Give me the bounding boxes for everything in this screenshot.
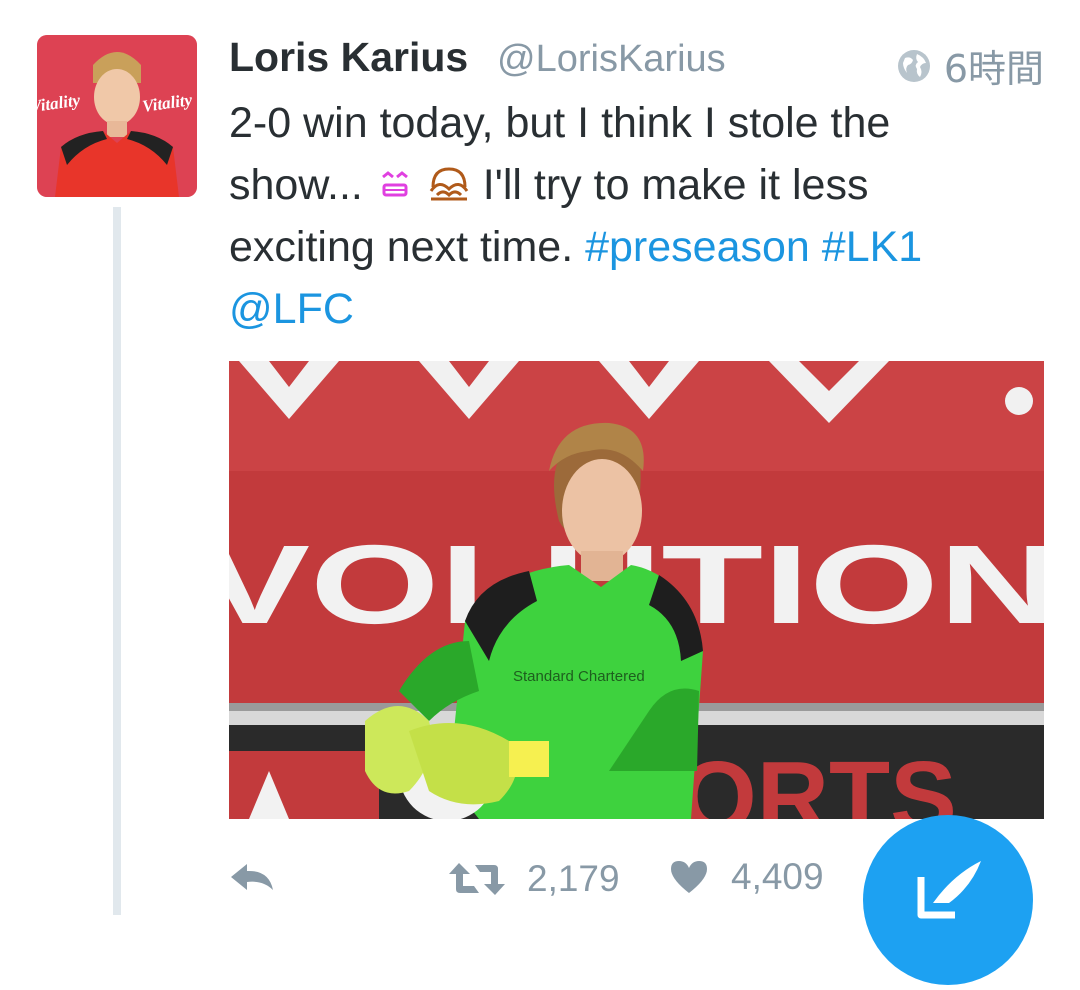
author-avatar[interactable]: Vitality Vitality xyxy=(37,35,197,197)
reply-button[interactable] xyxy=(229,862,275,897)
author-name[interactable]: Loris Karius xyxy=(229,34,468,81)
retweet-count: 2,179 xyxy=(527,858,620,899)
like-button[interactable]: 4,409 xyxy=(669,856,824,898)
tweet-photo[interactable]: VOLUTION ORTS Standard Chartered xyxy=(229,361,1044,819)
mention-lfc[interactable]: @LFC xyxy=(229,285,354,333)
tweet-text-line3: exciting next time. xyxy=(229,223,586,271)
retweet-icon xyxy=(449,863,505,895)
thread-line xyxy=(113,207,121,915)
tweet-header: Loris Karius @LorisKarius 6時間 xyxy=(229,34,1044,91)
author-handle[interactable]: @LorisKarius xyxy=(497,38,726,81)
tweet-text-line1: 2-0 win today, but I think I stole the xyxy=(229,99,891,147)
tweet-text-line2a: show... xyxy=(229,161,375,209)
photo-bottom-text: ORTS xyxy=(679,741,957,819)
heart-icon xyxy=(671,861,707,893)
hashtag-lk1[interactable]: #LK1 xyxy=(822,223,922,271)
reply-icon xyxy=(231,864,273,890)
goalkeeper-photo: VOLUTION ORTS Standard Chartered xyxy=(229,361,1044,819)
retweet-button[interactable]: 2,179 xyxy=(449,858,620,900)
grinning-face-emoji-icon xyxy=(381,171,408,197)
compose-button[interactable] xyxy=(863,815,1033,985)
globe-icon xyxy=(897,49,930,82)
avatar-image: Vitality Vitality xyxy=(37,35,197,197)
tweet-text: 2-0 win today, but I think I stole the s… xyxy=(229,92,1044,340)
photo-shirt-text: Standard Chartered xyxy=(513,668,645,685)
hashtag-preseason[interactable]: #preseason xyxy=(585,223,810,271)
tweet-text-line2b: I'll try to make it less xyxy=(482,161,869,209)
timestamp[interactable]: 6時間 xyxy=(944,38,1044,93)
compose-icon xyxy=(917,861,981,919)
tweet-meta: 6時間 xyxy=(896,38,1044,93)
see-no-evil-monkey-icon xyxy=(429,167,468,201)
like-count: 4,409 xyxy=(731,856,824,897)
